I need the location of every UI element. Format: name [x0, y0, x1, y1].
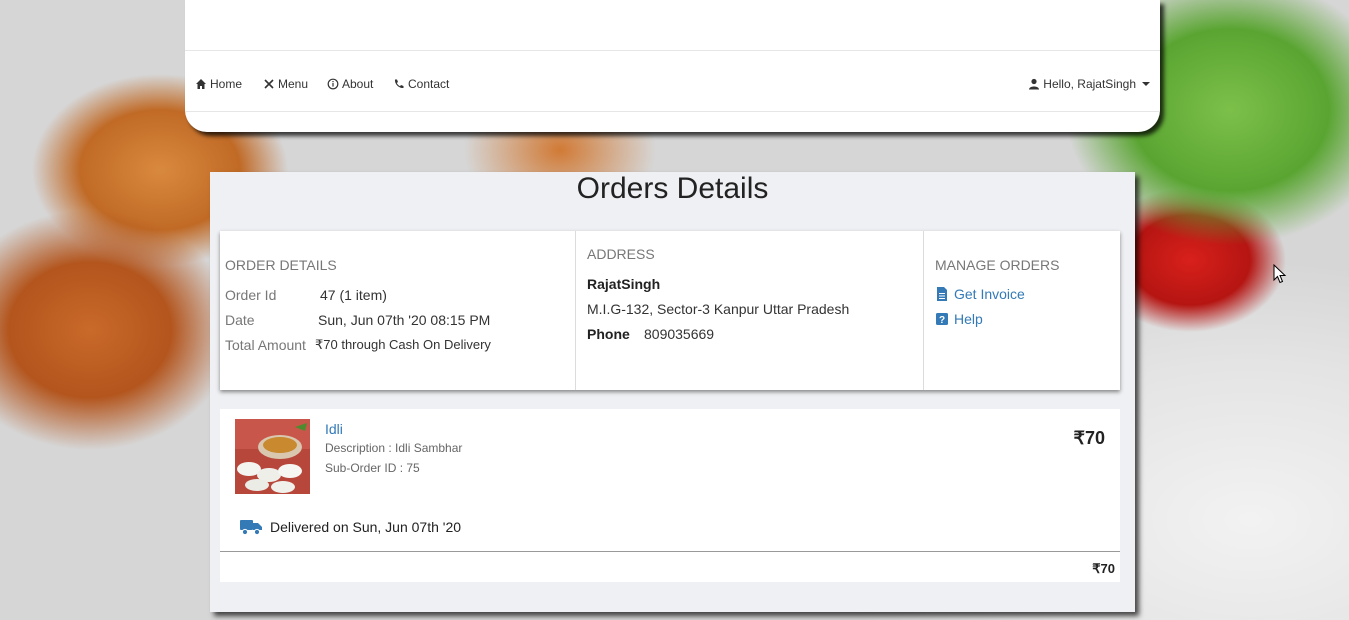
total-amount-value: ₹70 through Cash On Delivery — [315, 337, 491, 352]
order-id-value: 47 (1 item) — [320, 287, 387, 303]
item-sub-order-id: Sub-Order ID : 75 — [325, 461, 420, 475]
nav-menu[interactable]: Menu — [263, 77, 308, 91]
nav-bottom-divider — [185, 111, 1160, 112]
column-divider — [923, 231, 924, 390]
order-total: ₹70 — [1092, 561, 1115, 576]
main-nav: Home Menu About Contact Hello, RajatSing… — [185, 51, 1160, 111]
phone-label: Phone — [587, 326, 630, 342]
date-label: Date — [225, 312, 255, 328]
nav-contact-label: Contact — [408, 77, 450, 91]
order-id-label: Order Id — [225, 287, 277, 303]
nav-home-label: Home — [210, 77, 243, 91]
address-heading: ADDRESS — [587, 246, 655, 262]
item-description: Description : Idli Sambhar — [325, 441, 463, 455]
info-icon — [327, 78, 339, 90]
nav-about-label: About — [342, 77, 374, 91]
get-invoice-link[interactable]: Get Invoice — [936, 286, 1025, 302]
truck-icon — [240, 520, 262, 536]
item-name-link[interactable]: Idli — [325, 421, 343, 437]
item-divider — [220, 551, 1120, 552]
orders-panel: Orders Details ORDER DETAILS Order Id 47… — [210, 172, 1135, 612]
help-label: Help — [954, 311, 983, 327]
svg-text:?: ? — [939, 315, 945, 326]
order-item-card: Idli Description : Idli Sambhar Sub-Orde… — [220, 409, 1120, 582]
date-value: Sun, Jun 07th '20 08:15 PM — [318, 312, 491, 328]
address-name: RajatSingh — [587, 276, 661, 292]
header-bar: Home Menu About Contact Hello, RajatSing… — [185, 0, 1160, 132]
nav-home[interactable]: Home — [195, 77, 242, 91]
user-icon — [1029, 78, 1040, 90]
nav-menu-label: Menu — [278, 77, 309, 91]
home-icon — [196, 79, 206, 89]
order-details-heading: ORDER DETAILS — [225, 257, 337, 273]
phone-icon — [394, 79, 404, 89]
help-link[interactable]: ? Help — [936, 311, 983, 327]
manage-orders-heading: MANAGE ORDERS — [935, 257, 1060, 273]
phone-value: 809035669 — [644, 326, 715, 342]
cutlery-icon — [264, 79, 274, 89]
document-icon — [937, 287, 947, 301]
user-menu[interactable]: Hello, RajatSingh — [1028, 77, 1150, 91]
address-line: M.I.G-132, Sector-3 Kanpur Uttar Pradesh — [587, 301, 850, 317]
user-menu-label: Hello, RajatSingh — [1043, 77, 1136, 91]
total-amount-label: Total Amount — [225, 337, 306, 353]
nav-about[interactable]: About — [327, 77, 373, 91]
delivery-status-text: Delivered on Sun, Jun 07th '20 — [270, 519, 462, 535]
page-title: Orders Details — [576, 172, 769, 205]
nav-contact[interactable]: Contact — [393, 77, 449, 91]
column-divider — [575, 231, 576, 390]
item-thumbnail[interactable] — [235, 419, 310, 494]
delivery-status: Delivered on Sun, Jun 07th '20 — [240, 518, 461, 536]
help-icon: ? — [936, 313, 948, 326]
order-info-card: ORDER DETAILS Order Id 47 (1 item) Date … — [220, 231, 1120, 390]
item-price: ₹70 — [1073, 428, 1105, 448]
mouse-cursor-icon — [1273, 264, 1287, 284]
chevron-down-icon — [1142, 82, 1150, 86]
get-invoice-label: Get Invoice — [954, 286, 1025, 302]
